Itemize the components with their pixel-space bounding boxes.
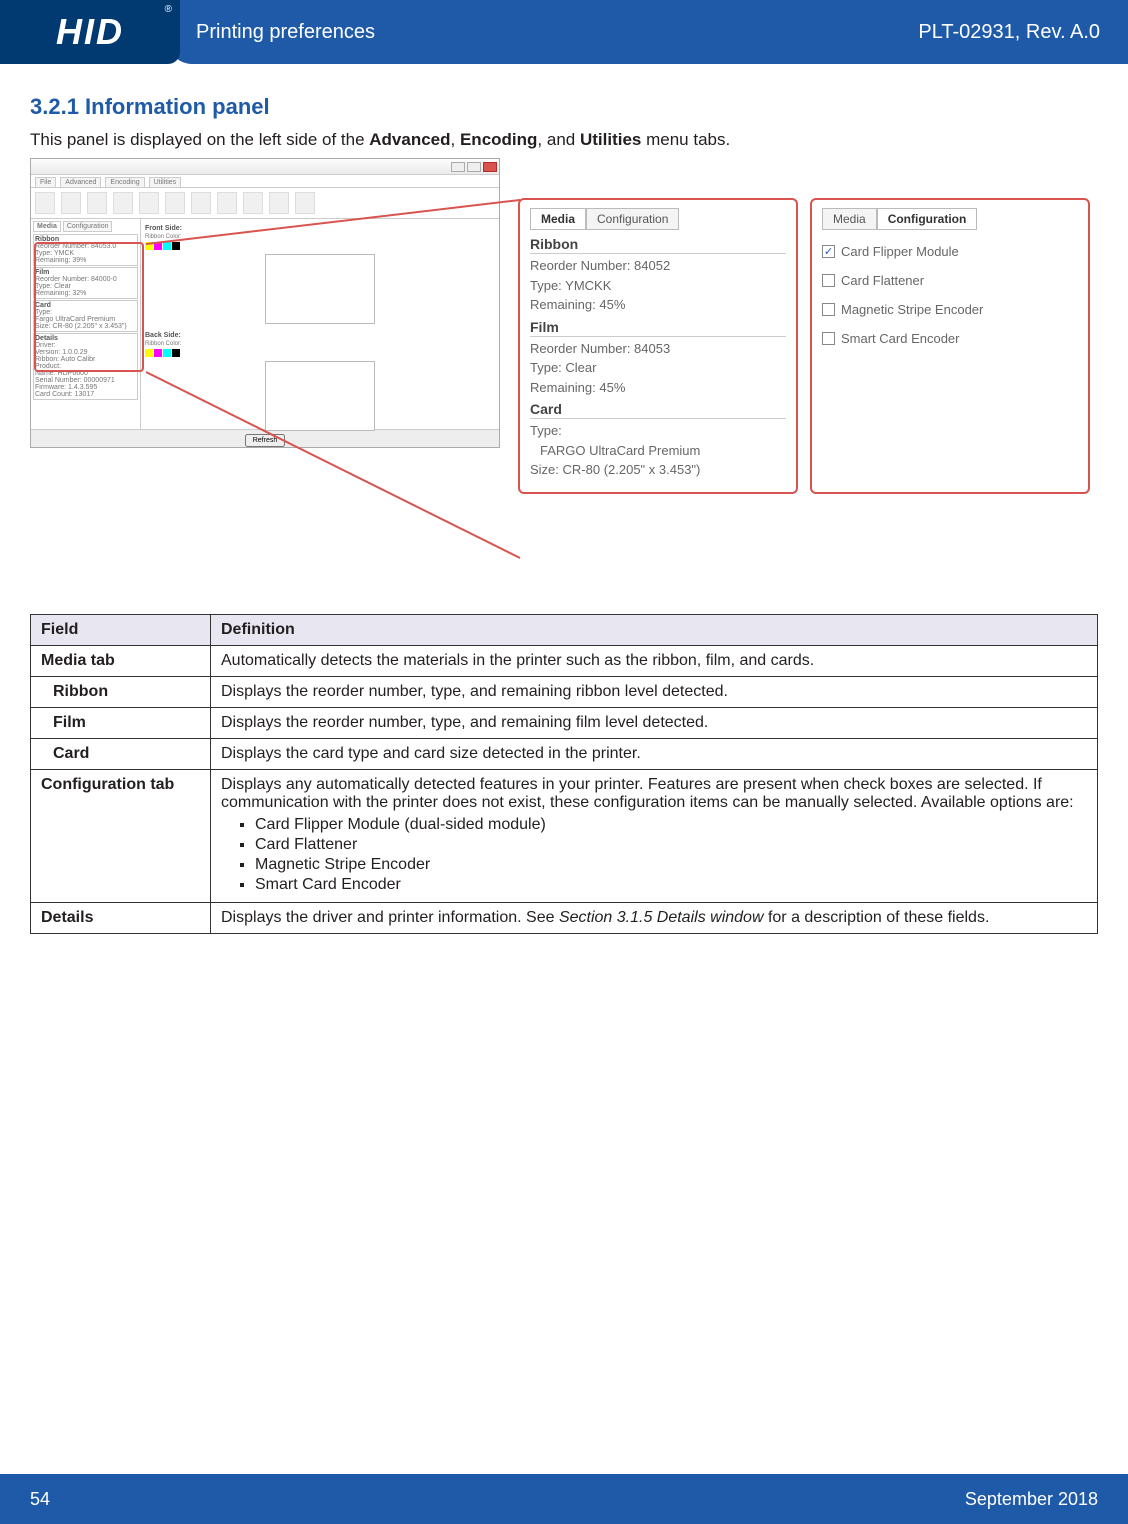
info-panel: Media Configuration Ribbon Reorder Numbe… [31, 219, 141, 429]
dialog-titlebar [31, 159, 499, 175]
th-field: Field [31, 615, 211, 646]
section-intro: This panel is displayed on the left side… [30, 130, 1098, 150]
th-definition: Definition [211, 615, 1098, 646]
zoom-tab-media: Media [530, 208, 586, 230]
tab-encoding: Encoding [105, 177, 144, 187]
dialog-toolbar [31, 188, 499, 219]
header-ribbon: Printing preferences PLT-02931, Rev. A.0 [168, 0, 1128, 64]
tab-file: File [35, 177, 56, 187]
page-footer: 54 September 2018 [0, 1474, 1128, 1524]
tool-icon [113, 192, 133, 214]
table-row: Card Displays the card type and card siz… [31, 739, 1098, 770]
definitions-table: Field Definition Media tab Automatically… [30, 614, 1098, 934]
tool-icon [191, 192, 211, 214]
tool-icon [217, 192, 237, 214]
config-item: Smart Card Encoder [822, 331, 1078, 346]
hid-logo: HID ® [0, 0, 180, 64]
config-item: ✓Card Flipper Module [822, 244, 1078, 259]
card-preview [265, 254, 375, 324]
page-header: HID ® Printing preferences PLT-02931, Re… [0, 0, 1128, 64]
mini-tab-media: Media [33, 221, 61, 232]
table-row: Configuration tab Displays any automatic… [31, 770, 1098, 903]
footer-date: September 2018 [965, 1489, 1098, 1510]
printer-dialog-mock: File Advanced Encoding Utilities [30, 158, 500, 448]
list-item: Smart Card Encoder [255, 876, 1087, 894]
checkbox-icon [822, 274, 835, 287]
config-item: Magnetic Stripe Encoder [822, 302, 1078, 317]
page-number: 54 [30, 1489, 50, 1510]
table-row: Ribbon Displays the reorder number, type… [31, 677, 1098, 708]
table-row: Media tab Automatically detects the mate… [31, 646, 1098, 677]
zoom-tab-media: Media [822, 208, 877, 230]
section-heading: 3.2.1 Information panel [30, 94, 1098, 120]
tool-icon [269, 192, 289, 214]
list-item: Card Flipper Module (dual-sided module) [255, 816, 1087, 834]
tab-utilities: Utilities [149, 177, 182, 187]
zoom-tab-config: Configuration [586, 208, 679, 230]
registered-icon: ® [165, 4, 172, 15]
maximize-icon [467, 162, 481, 172]
tool-icon [61, 192, 81, 214]
zoom-tab-config: Configuration [877, 208, 978, 230]
dialog-tabs: File Advanced Encoding Utilities [31, 175, 499, 188]
list-item: Card Flattener [255, 836, 1087, 854]
list-item: Magnetic Stripe Encoder [255, 856, 1087, 874]
refresh-button: Refresh [245, 434, 286, 447]
checkbox-icon: ✓ [822, 245, 835, 258]
checkbox-icon [822, 332, 835, 345]
mini-tab-config: Configuration [63, 221, 113, 232]
tool-icon [87, 192, 107, 214]
page-content: 3.2.1 Information panel This panel is di… [0, 64, 1128, 934]
figure-area: File Advanced Encoding Utilities [30, 158, 1098, 578]
preview-panel: Front Side: Ribbon Color: Back Side: Rib… [141, 219, 499, 429]
minimize-icon [451, 162, 465, 172]
tool-icon [243, 192, 263, 214]
table-row: Film Displays the reorder number, type, … [31, 708, 1098, 739]
header-title: Printing preferences [196, 21, 375, 44]
table-header-row: Field Definition [31, 615, 1098, 646]
zoom-media-panel: Media Configuration Ribbon Reorder Numbe… [518, 198, 798, 494]
tool-icon [165, 192, 185, 214]
tool-icon [35, 192, 55, 214]
doc-reference: PLT-02931, Rev. A.0 [918, 21, 1100, 44]
zoom-config-panel: Media Configuration ✓Card Flipper Module… [810, 198, 1090, 494]
close-icon [483, 162, 497, 172]
tab-advanced: Advanced [60, 177, 101, 187]
config-item: Card Flattener [822, 273, 1078, 288]
dialog-footer: Refresh [31, 429, 499, 451]
checkbox-icon [822, 303, 835, 316]
card-preview [265, 361, 375, 431]
table-row: Details Displays the driver and printer … [31, 903, 1098, 934]
logo-text: HID [56, 11, 124, 53]
tool-icon [139, 192, 159, 214]
tool-icon [295, 192, 315, 214]
